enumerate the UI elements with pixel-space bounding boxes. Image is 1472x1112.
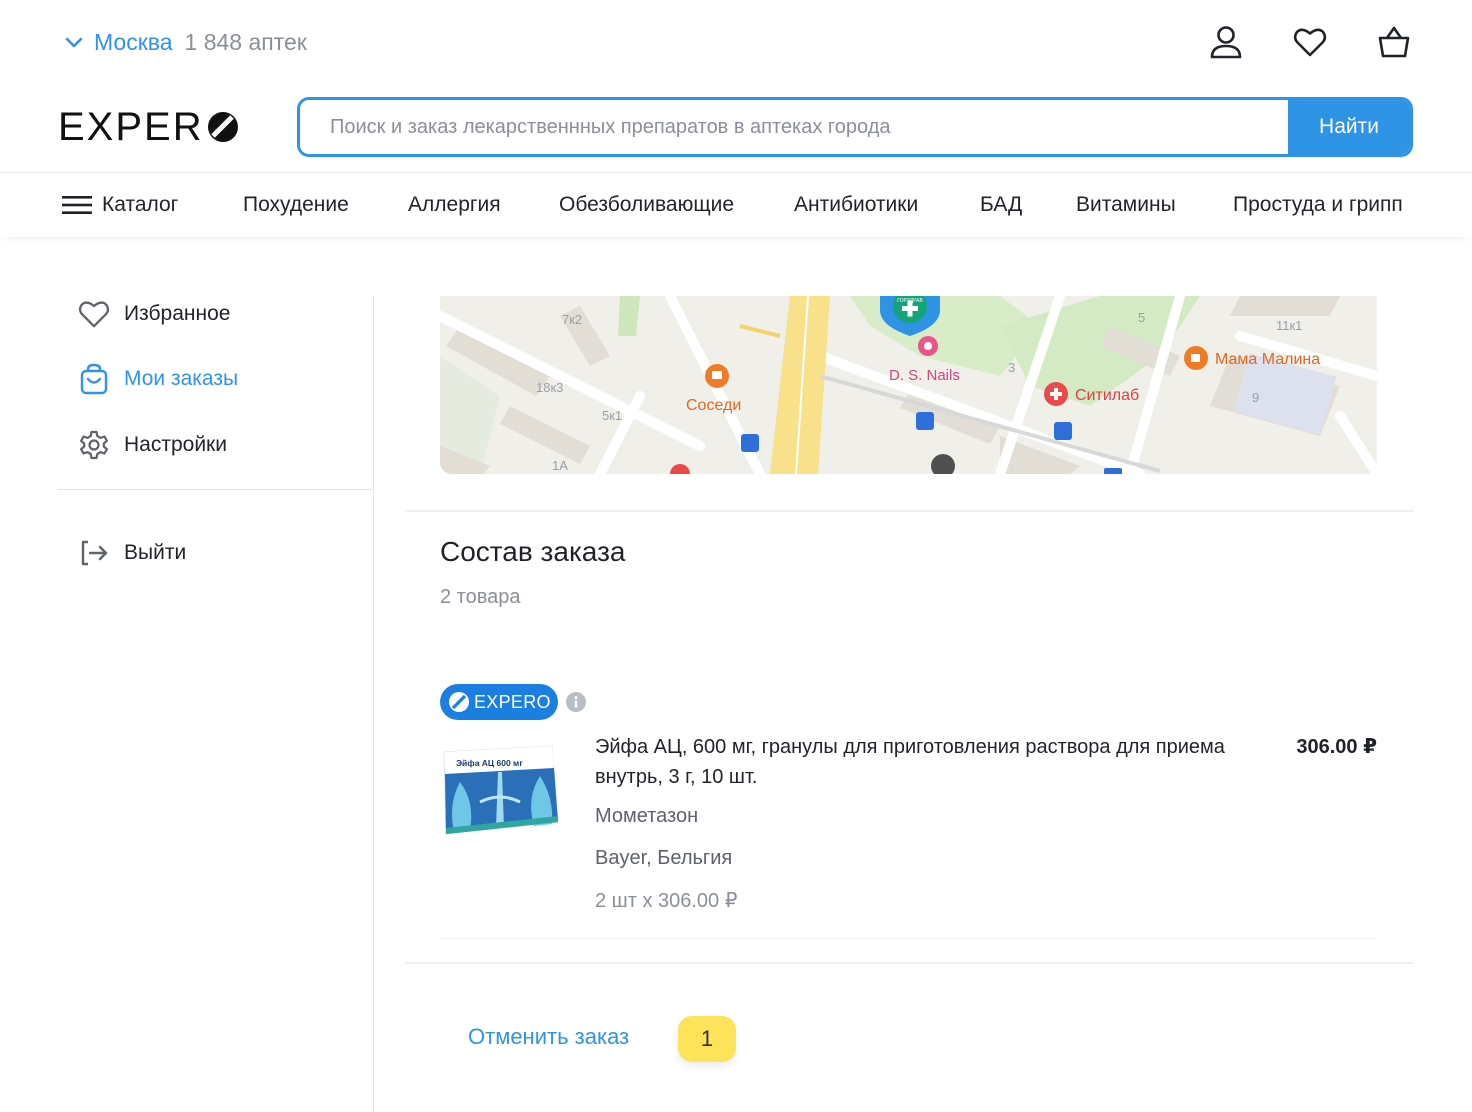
sidebar-item-label: Избранное bbox=[124, 302, 231, 325]
catalog-button[interactable]: Каталог bbox=[62, 193, 178, 217]
nav-item-allergy[interactable]: Аллергия bbox=[408, 193, 501, 217]
map-label-b8: 9 bbox=[1252, 390, 1259, 405]
map-label-nails: D. S. Nails bbox=[889, 367, 960, 384]
product-manufacturer: Bayer, Бельгия bbox=[595, 847, 733, 869]
sidebar-item-my-orders[interactable]: Мои заказы bbox=[78, 361, 238, 397]
sidebar-item-label: Настройки bbox=[124, 433, 227, 456]
logo-text: EXPER bbox=[58, 104, 204, 149]
search-input[interactable] bbox=[300, 100, 1288, 154]
heart-icon[interactable] bbox=[1292, 22, 1328, 62]
search-button[interactable]: Найти bbox=[1288, 100, 1410, 154]
section-divider bbox=[405, 962, 1413, 964]
top-bar: Москва 1 848 аптек bbox=[0, 0, 1472, 84]
chevron-down-icon bbox=[65, 37, 83, 48]
map-label-b3: 5к1 bbox=[602, 408, 622, 423]
sidebar-divider bbox=[58, 489, 374, 490]
logo-mark-icon bbox=[207, 112, 238, 142]
expero-badge: EXPERO bbox=[440, 684, 558, 720]
city-selector[interactable]: Москва 1 848 аптек bbox=[62, 26, 307, 58]
expero-badge-text: EXPERO bbox=[474, 691, 551, 712]
product-name[interactable]: Эйфа АЦ, 600 мг, гранулы для приготовлен… bbox=[595, 732, 1235, 792]
map-label-b5: 5 bbox=[1138, 310, 1145, 325]
menu-icon bbox=[62, 196, 92, 214]
user-icon[interactable] bbox=[1208, 22, 1244, 62]
site-logo[interactable]: EXPER bbox=[58, 104, 240, 149]
map-label-b1: 7к2 bbox=[562, 312, 582, 327]
heart-icon bbox=[78, 298, 110, 330]
map-label-citilab: Ситилаб bbox=[1075, 387, 1139, 404]
gear-icon bbox=[78, 429, 110, 461]
bag-icon bbox=[78, 363, 110, 395]
logout-label: Выйти bbox=[124, 541, 187, 564]
sidebar-item-favorites[interactable]: Избранное bbox=[78, 296, 230, 332]
nav-item-vitamins[interactable]: Витамины bbox=[1076, 193, 1176, 217]
map-label-sosedi: Соседи bbox=[686, 397, 741, 414]
pharmacy-map[interactable]: 7к2 18к3 5к1 1А 5 3 11к1 9 ГОРЗДРАВ D. S… bbox=[440, 296, 1377, 474]
category-nav: Каталог Похудение Аллергия Обезболивающи… bbox=[0, 172, 1472, 237]
map-label-b2: 18к3 bbox=[536, 380, 563, 395]
nav-item-supplements[interactable]: БАД bbox=[980, 193, 1022, 217]
map-label-mama: Мама Малина bbox=[1215, 351, 1320, 368]
sidebar-item-settings[interactable]: Настройки bbox=[78, 427, 227, 463]
product-box-label: Эйфа АЦ 600 мг bbox=[456, 758, 523, 768]
info-icon[interactable] bbox=[566, 692, 586, 712]
catalog-label: Каталог bbox=[102, 193, 179, 216]
basket-icon[interactable] bbox=[1376, 22, 1412, 62]
nav-item-antibiotics[interactable]: Антибиотики bbox=[794, 193, 918, 217]
map-label-b7: 11к1 bbox=[1276, 318, 1302, 333]
logo-mark-icon bbox=[449, 692, 469, 712]
product-image[interactable]: Эйфа АЦ 600 мг bbox=[440, 742, 560, 836]
pharmacy-count: 1 848 аптек bbox=[184, 28, 307, 55]
step-badge[interactable]: 1 bbox=[678, 1016, 736, 1062]
map-label-b6: 3 bbox=[1008, 360, 1015, 375]
cancel-order-button[interactable]: Отменить заказ bbox=[468, 1024, 629, 1050]
section-divider bbox=[405, 510, 1413, 512]
search-bar: Найти bbox=[297, 97, 1413, 157]
logout-button[interactable]: Выйти bbox=[78, 535, 186, 571]
order-item-count: 2 товара bbox=[440, 586, 521, 608]
row-divider bbox=[440, 938, 1377, 939]
header-icons bbox=[1208, 22, 1412, 62]
logout-icon bbox=[78, 537, 110, 569]
product-price: 306.00 ₽ bbox=[1296, 736, 1377, 758]
order-title: Состав заказа bbox=[440, 536, 626, 567]
product-quantity: 2 шт х 306.00 ₽ bbox=[595, 890, 738, 912]
map-label-b4: 1А bbox=[552, 458, 568, 473]
map-canvas: 7к2 18к3 5к1 1А 5 3 11к1 9 ГОРЗДРАВ D. S… bbox=[440, 296, 1377, 474]
sidebar-vertical-divider bbox=[373, 296, 374, 1112]
nav-item-weight-loss[interactable]: Похудение bbox=[243, 193, 349, 217]
account-sidebar: Избранное Мои заказы Настройки Выйти bbox=[0, 296, 375, 1112]
pharmacy-sign: ГОРЗДРАВ bbox=[897, 298, 923, 304]
city-name[interactable]: Москва bbox=[94, 29, 173, 56]
sidebar-item-label: Мои заказы bbox=[124, 367, 239, 390]
nav-item-painkillers[interactable]: Обезболивающие bbox=[559, 193, 734, 217]
nav-item-cold-flu[interactable]: Простуда и грипп bbox=[1233, 193, 1403, 217]
product-substance: Мометазон bbox=[595, 805, 699, 827]
